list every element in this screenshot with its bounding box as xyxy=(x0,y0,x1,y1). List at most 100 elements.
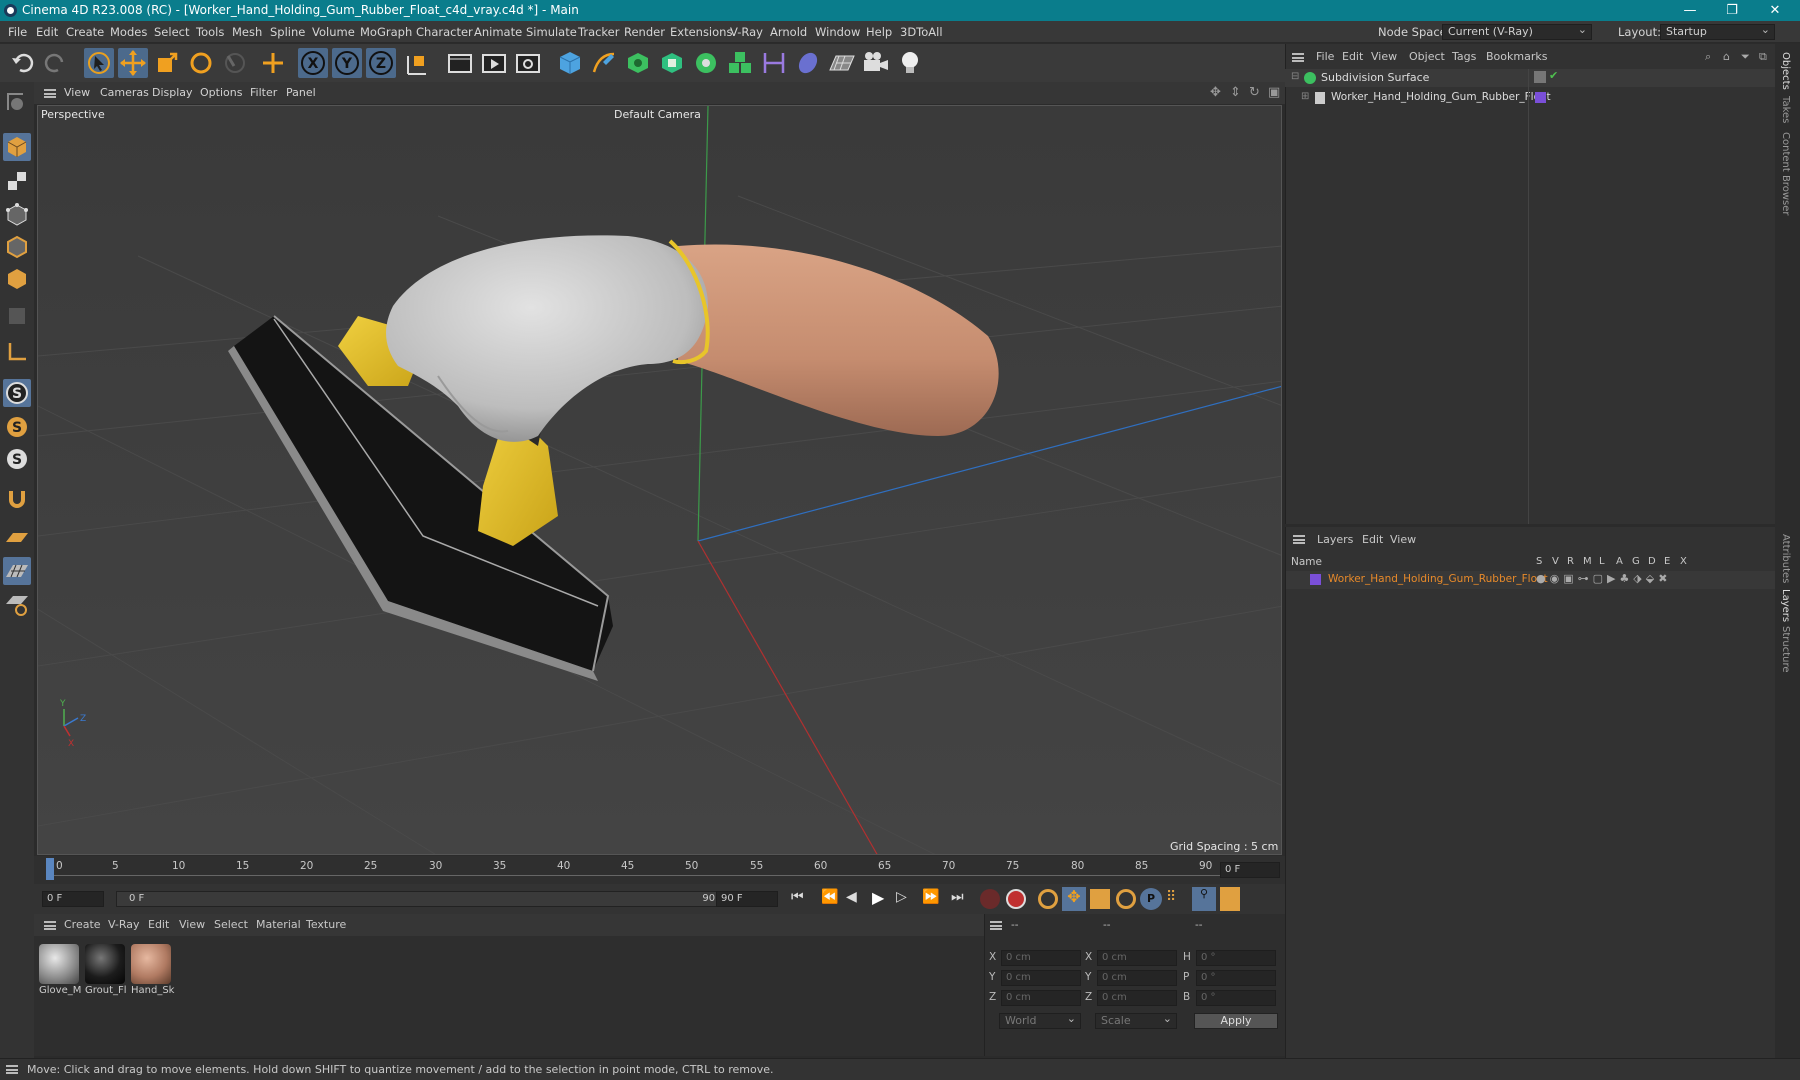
layer-menu-layers[interactable]: Layers xyxy=(1317,533,1353,546)
points-mode-icon[interactable] xyxy=(3,201,31,229)
undo-icon[interactable] xyxy=(8,48,38,78)
viewport-menu-view[interactable]: View xyxy=(64,82,90,104)
y-axis-icon[interactable]: Y xyxy=(332,48,362,78)
material-swatch-glove[interactable] xyxy=(39,944,79,984)
go-to-start-icon[interactable]: ⏮ xyxy=(791,889,804,905)
z-axis-icon[interactable]: Z xyxy=(366,48,396,78)
edges-mode-icon[interactable] xyxy=(3,233,31,261)
deformer-icon[interactable] xyxy=(759,48,789,78)
go-to-end-icon[interactable]: ⏭ xyxy=(951,889,964,905)
render-settings-icon[interactable] xyxy=(513,48,543,78)
timeline-ruler[interactable]: 0 5 10 15 20 25 30 35 40 45 50 55 60 65 … xyxy=(34,856,1285,884)
menu-character[interactable]: Character xyxy=(416,21,473,43)
rotation-b-field[interactable]: 0 ° xyxy=(1196,990,1276,1006)
size-z-field[interactable]: 0 cm xyxy=(1097,990,1177,1006)
layer-menu-icon[interactable] xyxy=(1293,535,1305,544)
menu-create[interactable]: Create xyxy=(66,21,104,43)
snap-icon[interactable]: S xyxy=(3,379,31,407)
render-view-icon[interactable] xyxy=(445,48,475,78)
layer-row[interactable]: Worker_Hand_Holding_Gum_Rubber_Float ●◉▣… xyxy=(1286,571,1776,589)
locked-workplane-icon[interactable] xyxy=(3,590,31,618)
camera-label[interactable]: Default Camera xyxy=(614,108,701,121)
menu-file[interactable]: File xyxy=(8,21,27,43)
key-scale-icon[interactable] xyxy=(1090,889,1110,909)
autokey-icon[interactable] xyxy=(1006,889,1026,909)
axis-mode-icon[interactable] xyxy=(3,338,31,366)
menu-arnold[interactable]: Arnold xyxy=(770,21,807,43)
grid-workplane-icon[interactable] xyxy=(3,557,31,585)
layer-toggle-icons[interactable]: ●◉▣⊶▢▶♣⬗⬙✖ xyxy=(1536,572,1671,585)
object-home-icon[interactable]: ⌂ xyxy=(1723,46,1730,68)
cloner-icon[interactable] xyxy=(691,48,721,78)
tab-layers[interactable]: Layers xyxy=(1780,589,1791,622)
object-filter-icon[interactable]: ⏷ xyxy=(1741,46,1750,68)
next-key-icon[interactable]: ⏩ xyxy=(922,889,939,905)
object-row-subdivision[interactable]: ⊟ Subdivision Surface ✔ xyxy=(1285,69,1775,87)
object-row-worker-hand[interactable]: ⊞ Worker_Hand_Holding_Gum_Rubber_Float xyxy=(1285,89,1775,107)
object-menu-icon[interactable] xyxy=(1292,53,1304,62)
scale-icon[interactable] xyxy=(152,48,182,78)
menu-volume[interactable]: Volume xyxy=(312,21,355,43)
rotation-p-field[interactable]: 0 ° xyxy=(1196,970,1276,986)
texture-mode-icon[interactable] xyxy=(3,167,31,195)
model-mode-icon[interactable] xyxy=(3,133,31,161)
tab-structure[interactable]: Structure xyxy=(1780,626,1791,673)
3d-viewport[interactable]: Y Z X xyxy=(37,105,1282,855)
viewport-maximize-icon[interactable]: ▣ xyxy=(1268,82,1280,104)
menu-tracker[interactable]: Tracker xyxy=(578,21,620,43)
key-rotation-icon[interactable] xyxy=(1116,889,1136,909)
menu-modes[interactable]: Modes xyxy=(110,21,147,43)
object-name[interactable]: Worker_Hand_Holding_Gum_Rubber_Float xyxy=(1331,91,1551,103)
snap-workplane-icon[interactable]: S xyxy=(3,445,31,473)
viewport-menu-options[interactable]: Options xyxy=(200,82,242,104)
record-icon[interactable] xyxy=(980,889,1000,909)
collapse-icon[interactable]: ⊟ xyxy=(1291,71,1299,82)
layer-name[interactable]: Worker_Hand_Holding_Gum_Rubber_Float xyxy=(1328,573,1548,585)
tab-objects[interactable]: Objects xyxy=(1780,52,1791,90)
layer-color-swatch[interactable] xyxy=(1310,574,1321,585)
expand-icon[interactable]: ⊞ xyxy=(1301,91,1309,102)
redo-icon[interactable] xyxy=(40,48,70,78)
position-x-field[interactable]: 0 cm xyxy=(1001,950,1081,966)
magnet-icon[interactable] xyxy=(3,485,31,513)
menu-mograph[interactable]: MoGraph xyxy=(360,21,412,43)
layout-dropdown[interactable]: Startup xyxy=(1660,23,1775,40)
material-swatch-grout[interactable] xyxy=(85,944,125,984)
viewport-menu-filter[interactable]: Filter xyxy=(250,82,277,104)
key-position-icon[interactable]: ✥ xyxy=(1062,887,1086,911)
layer-menu-edit[interactable]: Edit xyxy=(1362,533,1383,546)
size-mode-dropdown[interactable]: Scale xyxy=(1095,1012,1177,1029)
select-arrow-icon[interactable] xyxy=(84,48,114,78)
viewport-menu-icon[interactable] xyxy=(44,89,56,98)
end-frame-field[interactable]: 90 F xyxy=(716,891,778,907)
minimize-button[interactable]: — xyxy=(1670,0,1710,21)
menu-window[interactable]: Window xyxy=(815,21,860,43)
viewport-rotate-icon[interactable]: ↻ xyxy=(1249,82,1260,104)
previous-frame-icon[interactable]: ◀ xyxy=(846,889,857,905)
material-menu-material[interactable]: Material xyxy=(256,914,301,936)
range-slider[interactable]: 0 F 90 F xyxy=(116,891,731,907)
material-menu-create[interactable]: Create xyxy=(64,914,101,936)
key-pla-icon[interactable]: ⠿ xyxy=(1166,889,1176,905)
object-new-window-icon[interactable]: ⧉ xyxy=(1759,46,1767,68)
material-menu-edit[interactable]: Edit xyxy=(148,914,169,936)
current-frame-field[interactable]: 0 F xyxy=(1220,862,1280,878)
floor-icon[interactable] xyxy=(827,48,857,78)
cube-icon[interactable] xyxy=(555,48,585,78)
apply-button[interactable]: Apply xyxy=(1194,1013,1278,1029)
object-search-icon[interactable]: ⌕ xyxy=(1705,46,1711,68)
menu-render[interactable]: Render xyxy=(624,21,665,43)
key-parameter-icon[interactable]: P xyxy=(1140,888,1162,910)
keyframe-selection-icon[interactable] xyxy=(1038,889,1058,909)
x-axis-icon[interactable]: X xyxy=(298,48,328,78)
object-menu-file[interactable]: File xyxy=(1316,46,1334,68)
menu-3dtoall[interactable]: 3DToAll xyxy=(900,21,943,43)
material-menu-select[interactable]: Select xyxy=(214,914,248,936)
transform-icon[interactable] xyxy=(220,48,250,78)
position-y-field[interactable]: 0 cm xyxy=(1001,970,1081,986)
menu-animate[interactable]: Animate xyxy=(474,21,522,43)
viewport-menu-panel[interactable]: Panel xyxy=(286,82,316,104)
layer-color-icon[interactable] xyxy=(1535,92,1546,103)
next-frame-icon[interactable]: ▷ xyxy=(896,889,907,905)
previous-key-icon[interactable]: ⏪ xyxy=(821,889,838,905)
